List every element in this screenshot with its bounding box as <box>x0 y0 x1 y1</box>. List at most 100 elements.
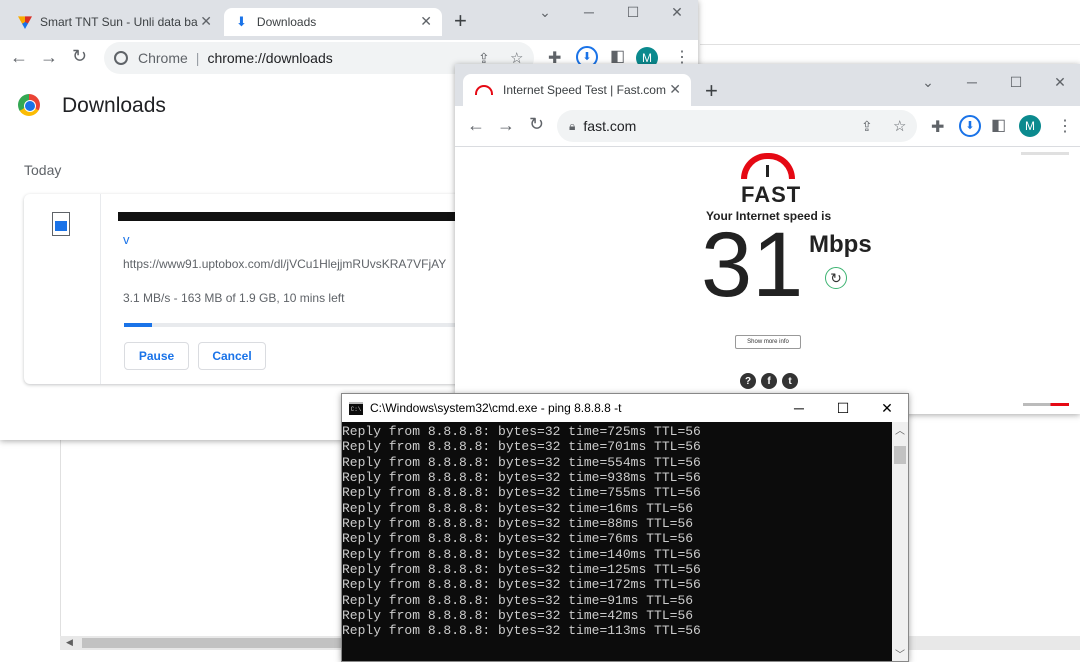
file-icon-column <box>24 194 101 384</box>
minimize-button[interactable]: ─ <box>949 64 995 100</box>
tab-search-icon[interactable]: ⌄ <box>905 64 951 100</box>
scroll-down-arrow-icon[interactable]: ﹀ <box>895 646 905 661</box>
maximize-button[interactable]: ☐ <box>610 0 656 30</box>
scroll-left-arrow-icon[interactable]: ◀ <box>66 637 73 648</box>
share-icon[interactable]: ⇪ <box>861 118 873 135</box>
address-url: fast.com <box>583 118 637 134</box>
tab-search-icon[interactable]: ⌄ <box>522 0 568 30</box>
forward-arrow-icon[interactable]: → <box>40 47 58 68</box>
chrome-logo-center <box>24 100 36 112</box>
tab-smart-tnt[interactable]: Smart TNT Sun - Unli data bali ✕ <box>8 8 220 36</box>
tab-label: Downloads <box>256 15 317 29</box>
language-links-placeholder[interactable] <box>1021 152 1069 155</box>
cmd-console[interactable]: Reply from 8.8.8.8: bytes=32 time=725ms … <box>342 422 892 661</box>
show-more-info-button[interactable]: Show more info <box>735 335 801 349</box>
close-tab-icon[interactable]: ✕ <box>420 13 432 30</box>
close-tab-icon[interactable]: ✕ <box>200 13 212 30</box>
console-line: Reply from 8.8.8.8: bytes=32 time=140ms … <box>342 546 701 562</box>
console-output: Reply from 8.8.8.8: bytes=32 time=725ms … <box>342 424 701 639</box>
reload-icon[interactable]: ↻ <box>529 114 544 135</box>
site-chip-label: Chrome <box>138 50 188 66</box>
side-panel-icon[interactable]: ◧ <box>610 46 625 66</box>
facebook-icon[interactable]: f <box>761 373 777 389</box>
new-tab-button[interactable]: + <box>454 8 467 34</box>
pause-button[interactable]: Pause <box>124 342 189 370</box>
maximize-button[interactable]: ☐ <box>993 64 1039 100</box>
twitter-icon[interactable]: t <box>782 373 798 389</box>
fast-tabstrip: Internet Speed Test | Fast.com ✕ + ⌄ ─ ☐… <box>455 64 1080 106</box>
forward-arrow-icon[interactable]: → <box>497 115 515 136</box>
minimize-button[interactable]: ─ <box>776 390 822 426</box>
fast-gauge-logo-icon <box>741 153 795 179</box>
console-line: Reply from 8.8.8.8: bytes=32 time=76ms T… <box>342 531 694 547</box>
progress-fill <box>124 323 153 327</box>
tab-downloads[interactable]: ⬇ Downloads ✕ <box>224 8 442 36</box>
section-label-today: Today <box>24 162 62 178</box>
fast-toolbar: ← → ↻ 🔒︎ fast.com ⇪ ☆ ✚ ⬇ ◧ M ⋮ <box>455 106 1080 147</box>
back-arrow-icon[interactable]: ← <box>467 115 485 136</box>
social-links: ? f t <box>740 373 798 389</box>
tab-label: Internet Speed Test | Fast.com <box>503 83 666 97</box>
fast-logo-text: FAST <box>741 182 802 207</box>
address-url: chrome://downloads <box>207 50 333 66</box>
console-line: Reply from 8.8.8.8: bytes=32 time=42ms T… <box>342 608 694 624</box>
filename-tail[interactable]: v <box>123 232 130 247</box>
back-arrow-icon[interactable]: ← <box>10 47 28 68</box>
download-item-card: v https://www91.uptobox.com/dl/jVCu1Hlej… <box>24 194 474 384</box>
downloads-toolbar-icon[interactable]: ⬇ <box>959 115 981 137</box>
cmd-titlebar: C:\ C:\Windows\system32\cmd.exe - ping 8… <box>342 394 908 422</box>
bookmark-star-icon[interactable]: ☆ <box>893 117 906 135</box>
scroll-up-arrow-icon[interactable]: ︿ <box>895 422 905 437</box>
background-window-topbar <box>700 0 1080 45</box>
progress-track <box>124 323 458 327</box>
page-title: Downloads <box>62 94 166 117</box>
address-separator: | <box>195 50 200 66</box>
fast-page: FAST Your Internet speed is 31 Mbps ↻ Sh… <box>455 147 1080 414</box>
cmd-window: C:\ C:\Windows\system32\cmd.exe - ping 8… <box>341 393 909 662</box>
side-panel-icon[interactable]: ◧ <box>991 115 1006 135</box>
cmd-scrollbar[interactable]: ︿ ﹀ <box>892 422 908 661</box>
maximize-button[interactable]: ☐ <box>820 390 866 426</box>
download-status: 3.1 MB/s - 163 MB of 1.9 GB, 10 mins lef… <box>123 291 345 305</box>
console-line: Reply from 8.8.8.8: bytes=32 time=172ms … <box>342 577 701 593</box>
close-window-button[interactable]: ✕ <box>654 0 700 30</box>
downloads-tabstrip: Smart TNT Sun - Unli data bali ✕ ⬇ Downl… <box>0 0 698 40</box>
console-line: Reply from 8.8.8.8: bytes=32 time=725ms … <box>342 424 701 439</box>
console-line: Reply from 8.8.8.8: bytes=32 time=125ms … <box>342 562 701 578</box>
reload-icon[interactable]: ↻ <box>72 46 87 67</box>
tnt-favicon-icon <box>18 16 32 29</box>
cancel-button[interactable]: Cancel <box>198 342 266 370</box>
scroll-thumb[interactable] <box>894 446 906 464</box>
speed-unit: Mbps <box>809 231 872 258</box>
reload-speed-test-icon[interactable]: ↻ <box>825 267 847 289</box>
tab-fast[interactable]: Internet Speed Test | Fast.com ✕ <box>463 74 691 106</box>
download-favicon-icon: ⬇ <box>236 14 247 29</box>
fast-favicon-icon <box>475 85 493 95</box>
new-tab-button[interactable]: + <box>705 78 718 104</box>
filename-redacted <box>118 212 458 221</box>
console-line: Reply from 8.8.8.8: bytes=32 time=16ms T… <box>342 500 694 516</box>
powered-by-netflix-logo <box>1023 403 1069 406</box>
minimize-button[interactable]: ─ <box>566 0 612 30</box>
cmd-app-icon: C:\ <box>349 402 363 415</box>
cmd-window-title: C:\Windows\system32\cmd.exe - ping 8.8.8… <box>370 401 622 415</box>
console-line: Reply from 8.8.8.8: bytes=32 time=88ms T… <box>342 516 694 532</box>
console-line: Reply from 8.8.8.8: bytes=32 time=554ms … <box>342 454 701 470</box>
speed-value: 31 <box>701 214 804 316</box>
lock-icon: 🔒︎ <box>569 118 576 133</box>
extensions-puzzle-icon[interactable]: ✚ <box>931 117 944 137</box>
address-bar[interactable]: 🔒︎ fast.com ⇪ ☆ <box>557 110 917 142</box>
tab-label: Smart TNT Sun - Unli data bali <box>40 15 198 29</box>
scroll-thumb[interactable] <box>82 638 362 648</box>
close-window-button[interactable]: ✕ <box>1037 64 1080 100</box>
close-window-button[interactable]: ✕ <box>864 390 910 426</box>
console-line: Reply from 8.8.8.8: bytes=32 time=701ms … <box>342 439 701 455</box>
chrome-menu-icon[interactable]: ⋮ <box>1057 116 1073 136</box>
profile-avatar[interactable]: M <box>1019 115 1041 137</box>
help-icon[interactable]: ? <box>740 373 756 389</box>
source-url: https://www91.uptobox.com/dl/jVCu1Hlejjm… <box>123 257 447 271</box>
video-file-icon[interactable] <box>52 212 70 236</box>
fast-window: Internet Speed Test | Fast.com ✕ + ⌄ ─ ☐… <box>455 64 1080 414</box>
chrome-logo-icon <box>114 51 128 65</box>
close-tab-icon[interactable]: ✕ <box>669 81 681 98</box>
